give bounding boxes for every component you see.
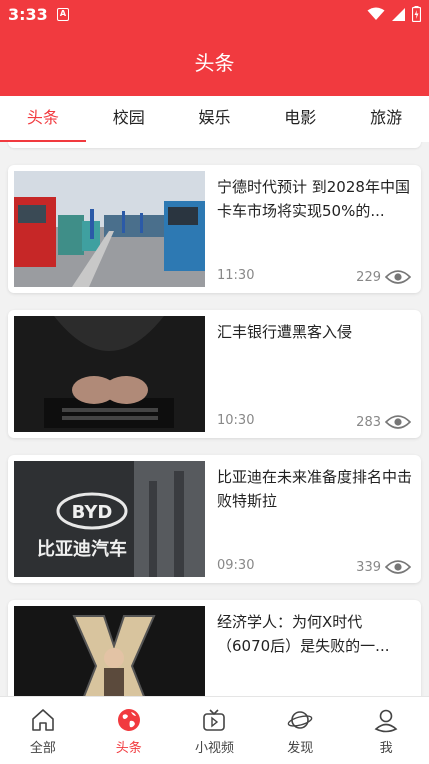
nav-label: 全部: [29, 741, 56, 756]
tab-campus[interactable]: 校园: [86, 96, 172, 142]
card-views: 339: [356, 559, 411, 575]
card-views: 283: [356, 414, 411, 430]
hacker-photo: [14, 316, 205, 432]
card-title: 经济学人：为何X时代（6070后）是失败的一...: [217, 613, 390, 655]
nav-headlines[interactable]: 头条: [86, 697, 172, 764]
card-title: 宁德时代预计 到2028年中国卡车市场将实现50%的...: [217, 178, 410, 220]
planet-icon: [287, 711, 313, 729]
tab-headlines[interactable]: 头条: [0, 96, 86, 142]
previous-card-edge: [8, 142, 421, 148]
eye-icon: [385, 270, 411, 284]
tv-icon: [203, 709, 226, 731]
view-count: 283: [356, 414, 381, 430]
eye-icon: [385, 560, 411, 574]
byd-logo: BYD: [72, 502, 113, 523]
card-time: 11:30: [217, 268, 255, 283]
nav-all[interactable]: 全部: [0, 697, 86, 764]
eye-icon: [385, 415, 411, 429]
news-card[interactable]: BYD 比亚迪汽车 比亚迪在未来准备度排名中击败特斯拉 09:30 339: [8, 455, 421, 583]
status-icons: [367, 6, 421, 22]
byd-logo-photo: BYD 比亚迪汽车: [14, 461, 205, 577]
nav-discover[interactable]: 发现: [257, 697, 343, 764]
card-time: 10:30: [217, 413, 255, 428]
news-card[interactable]: 经济学人：为何X时代（6070后）是失败的一...: [8, 600, 421, 696]
battery-icon: [412, 6, 421, 22]
nav-me[interactable]: 我: [343, 697, 429, 764]
nav-label: 我: [379, 741, 393, 756]
notification-icon: A: [57, 8, 69, 21]
status-time: 3:33: [8, 5, 48, 24]
page-title: 头条: [0, 30, 429, 96]
wifi-icon: [367, 7, 385, 20]
trucks-photo: [14, 171, 205, 287]
home-icon: [32, 709, 54, 731]
user-icon: [374, 709, 398, 733]
nav-label: 小视频: [194, 741, 234, 756]
card-views: 229: [356, 269, 411, 285]
nav-label: 头条: [115, 741, 142, 756]
news-feed[interactable]: 宁德时代预计 到2028年中国卡车市场将实现50%的... 11:30 229 …: [0, 142, 429, 696]
byd-brand-text: 比亚迪汽车: [37, 538, 127, 560]
x-cartoon-illustration: [14, 606, 205, 696]
news-card[interactable]: 宁德时代预计 到2028年中国卡车市场将实现50%的... 11:30 229: [8, 165, 421, 293]
view-count: 339: [356, 559, 381, 575]
tab-travel[interactable]: 旅游: [343, 96, 429, 142]
view-count: 229: [356, 269, 381, 285]
bottom-nav: 全部 头条 小视频 发现 我: [0, 696, 429, 764]
signal-icon: [392, 7, 405, 21]
category-tabs: 头条 校园 娱乐 电影 旅游: [0, 96, 429, 142]
card-title: 汇丰银行遭黑客入侵: [217, 323, 353, 341]
status-bar: 3:33 A: [0, 0, 429, 30]
card-title: 比亚迪在未来准备度排名中击败特斯拉: [217, 468, 413, 510]
nav-short-video[interactable]: 小视频: [172, 697, 258, 764]
nav-label: 发现: [287, 741, 314, 756]
card-time: 09:30: [217, 558, 255, 573]
tab-movies[interactable]: 电影: [257, 96, 343, 142]
tab-entertainment[interactable]: 娱乐: [172, 96, 258, 142]
globe-icon: [117, 709, 140, 731]
news-card[interactable]: 汇丰银行遭黑客入侵 10:30 283: [8, 310, 421, 438]
